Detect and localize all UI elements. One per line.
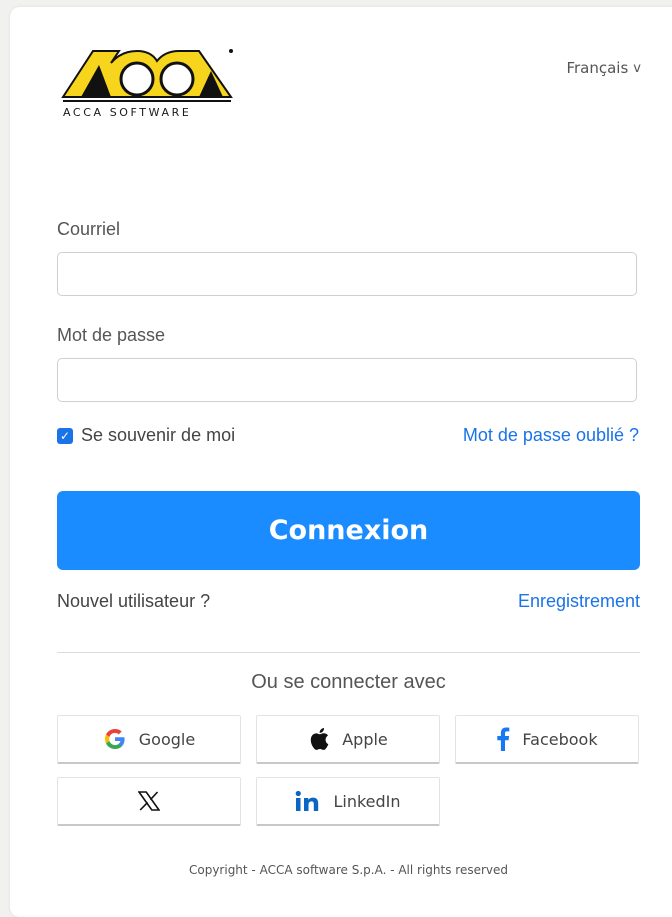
email-label: Courriel xyxy=(57,219,121,239)
linkedin-label: LinkedIn xyxy=(333,791,401,811)
social-heading: Ou se connecter avec xyxy=(251,671,446,693)
linkedin-login-button[interactable]: LinkedIn xyxy=(256,777,440,826)
apple-icon xyxy=(308,727,330,751)
remember-checkbox[interactable]: ✓ xyxy=(57,427,73,444)
password-input[interactable] xyxy=(57,358,637,402)
logo-caption: ACCA SOFTWARE xyxy=(63,106,192,119)
forgot-password-link[interactable]: Mot de passe oublié ? xyxy=(463,425,639,446)
language-selector[interactable]: Français v xyxy=(566,59,641,77)
copyright-text: Copyright - ACCA software S.p.A. - All r… xyxy=(188,863,509,877)
apple-login-button[interactable]: Apple xyxy=(256,715,440,764)
facebook-label: Facebook xyxy=(522,729,598,749)
facebook-icon xyxy=(496,727,510,751)
google-icon xyxy=(103,727,127,751)
login-button[interactable]: Connexion xyxy=(57,491,640,570)
register-link[interactable]: Enregistrement xyxy=(518,591,640,612)
x-icon xyxy=(138,791,160,811)
x-login-button[interactable] xyxy=(57,777,241,826)
apple-label: Apple xyxy=(342,729,388,749)
divider xyxy=(57,652,640,653)
remember-label: Se souvenir de moi xyxy=(81,425,236,445)
linkedin-icon xyxy=(295,790,321,812)
google-label: Google xyxy=(138,729,196,749)
google-login-button[interactable]: Google xyxy=(57,715,241,764)
email-input[interactable] xyxy=(57,252,637,296)
language-selected: Français xyxy=(566,59,629,77)
remember-me[interactable]: ✓ Se souvenir de moi xyxy=(57,425,235,446)
facebook-login-button[interactable]: Facebook xyxy=(455,715,639,764)
chevron-down-icon: v xyxy=(633,60,641,76)
acca-logo-mark xyxy=(61,49,233,102)
password-label: Mot de passe xyxy=(57,325,166,345)
new-user-prompt: Nouvel utilisateur ? xyxy=(57,591,211,611)
